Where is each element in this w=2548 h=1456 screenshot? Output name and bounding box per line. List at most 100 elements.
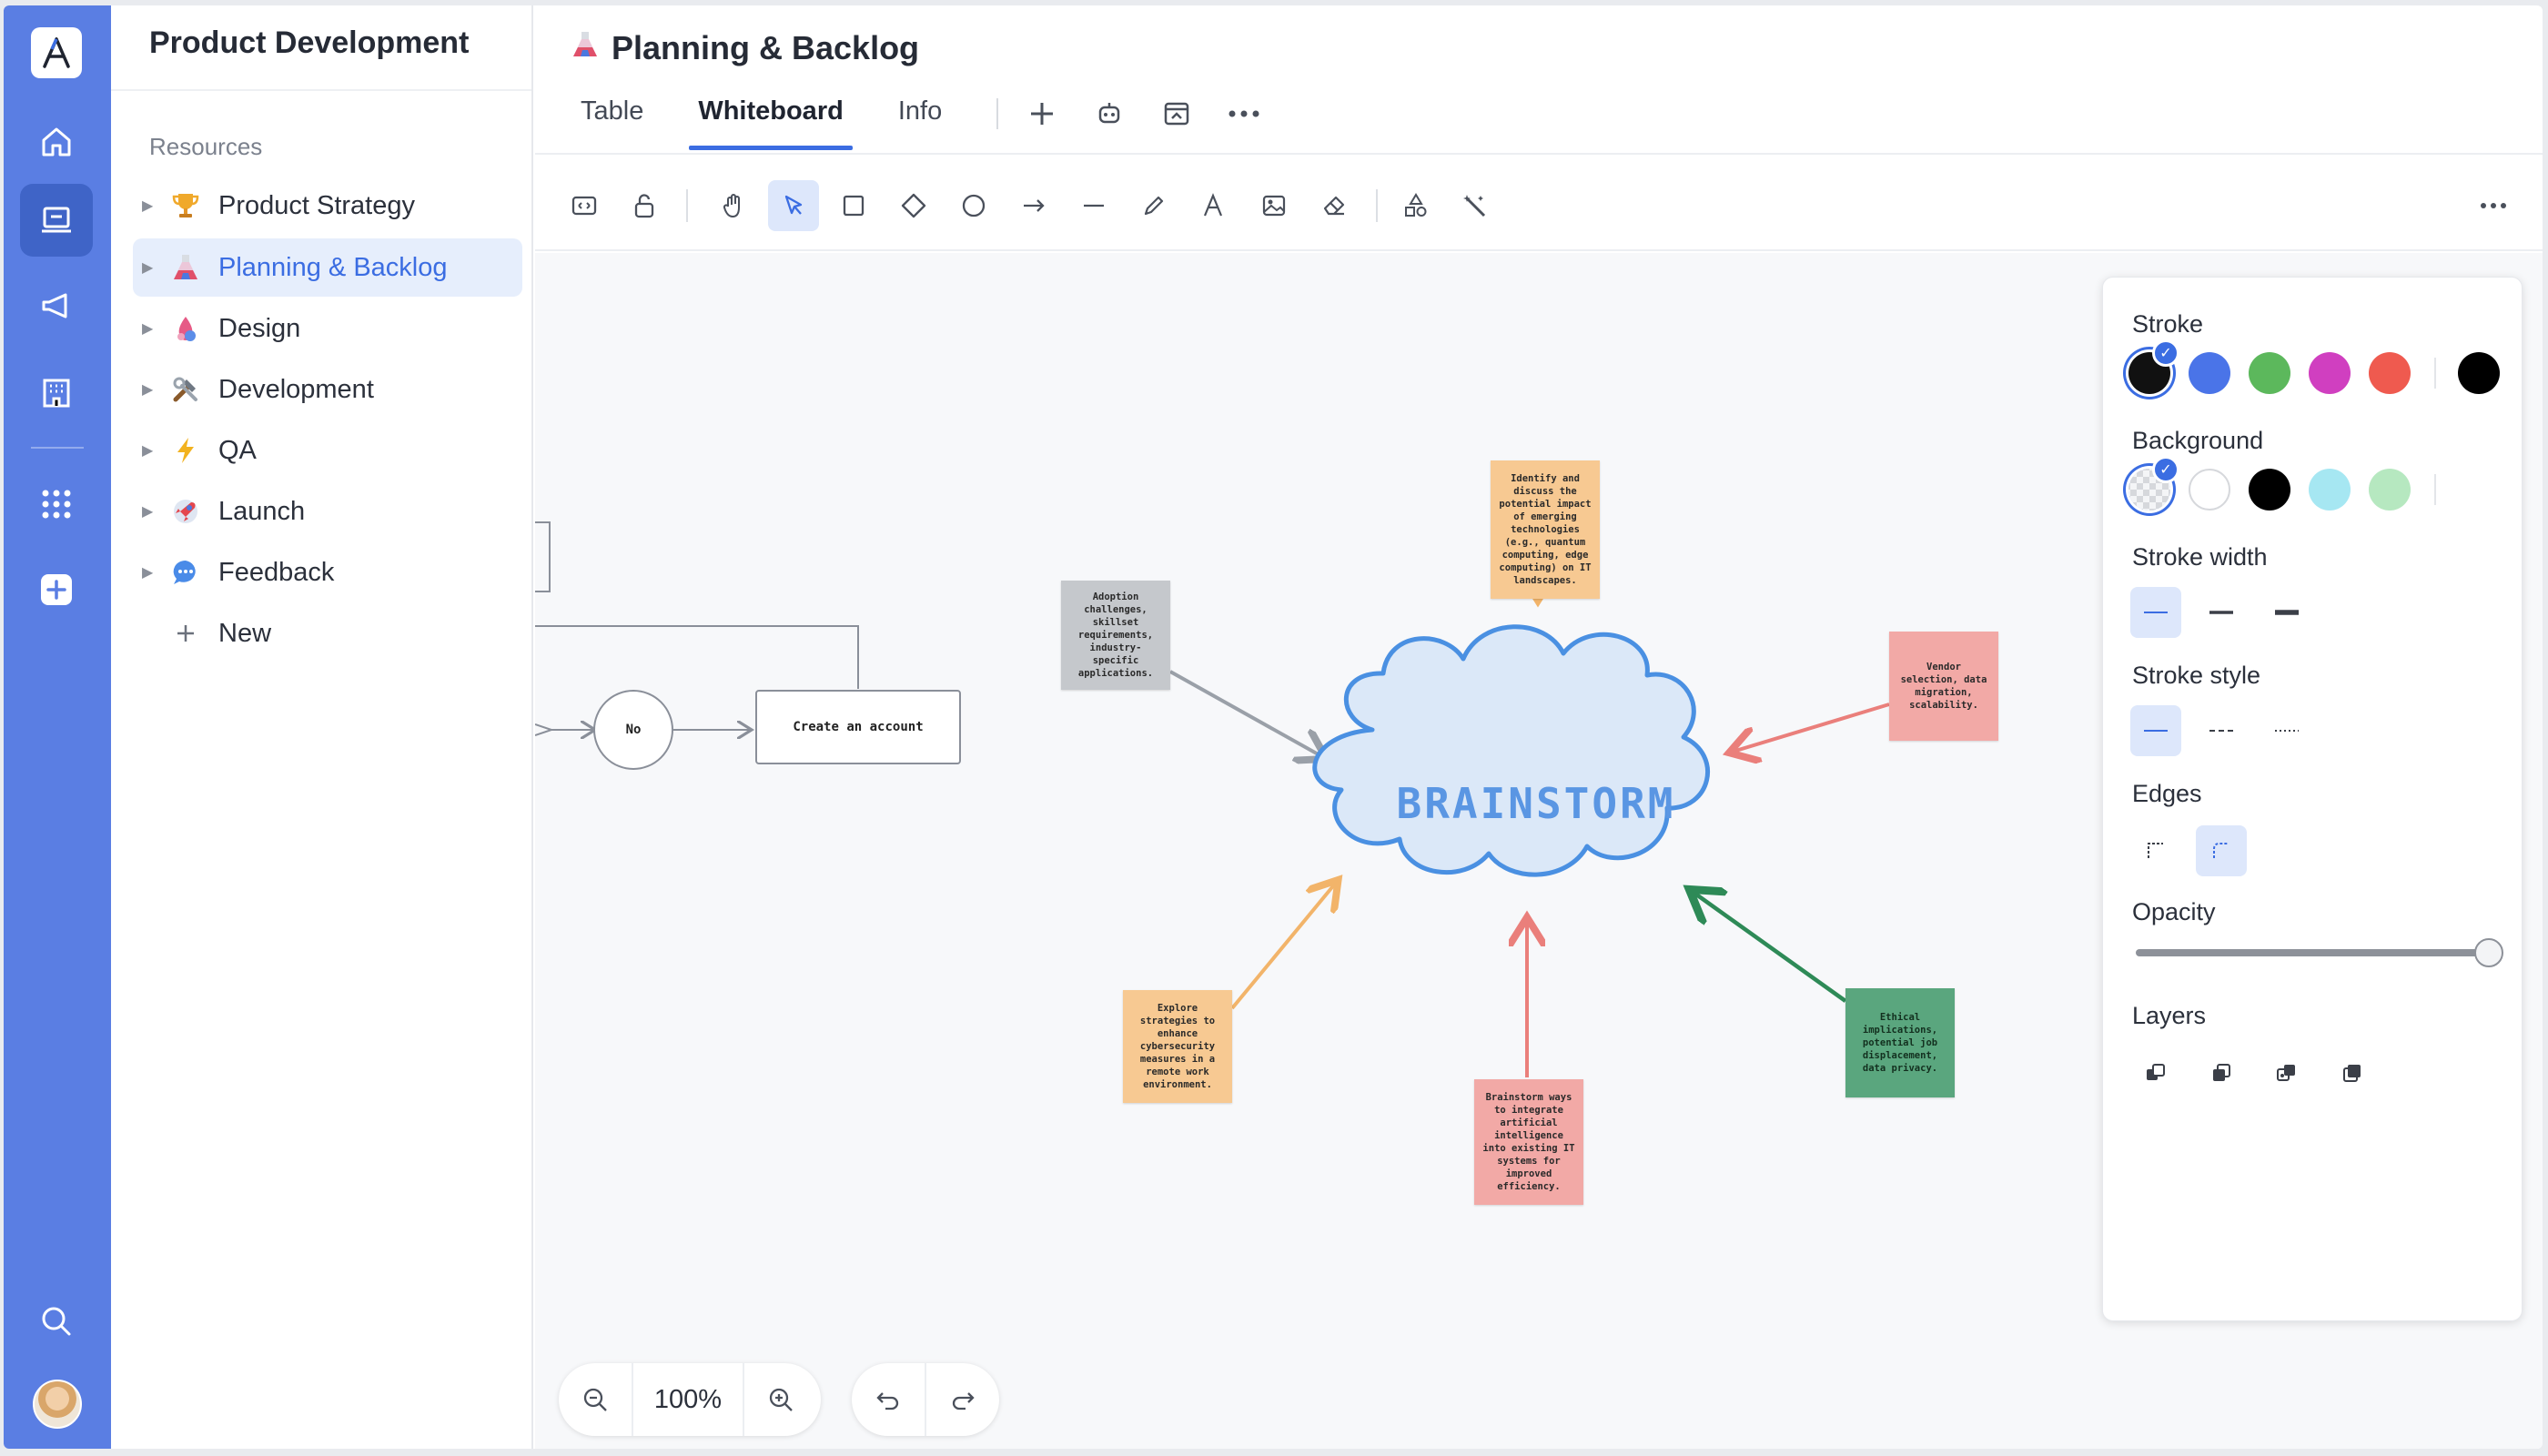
ellipse-icon[interactable]: [948, 180, 999, 231]
more-options-icon[interactable]: [1226, 96, 1262, 132]
send-to-back-icon[interactable]: [2130, 1047, 2181, 1098]
zoom-out-icon[interactable]: [559, 1363, 632, 1436]
sidebar-item-planning-backlog[interactable]: ▶ Planning & Backlog: [133, 238, 522, 297]
building-icon[interactable]: [20, 357, 93, 430]
opacity-slider-thumb[interactable]: [2474, 938, 2503, 967]
opacity-label: Opacity: [2132, 898, 2216, 925]
line-icon[interactable]: [1068, 180, 1119, 231]
caret-right-icon[interactable]: ▶: [142, 502, 166, 521]
magic-wand-icon[interactable]: [1451, 180, 1502, 231]
sticky-note-adoption[interactable]: Adoption challenges, skillset requiremen…: [1061, 581, 1170, 690]
diamond-icon[interactable]: [888, 180, 939, 231]
eraser-icon[interactable]: [1309, 180, 1360, 231]
edges-round-icon[interactable]: [2196, 825, 2247, 876]
bot-icon[interactable]: [1091, 96, 1127, 132]
sticky-note-vendor[interactable]: Vendor selection, data migration, scalab…: [1889, 632, 1998, 741]
shapes-library-icon[interactable]: [1390, 180, 1441, 231]
rail-divider: [31, 447, 84, 449]
stroke-color-green[interactable]: [2249, 352, 2290, 394]
new-page-label: New: [218, 618, 272, 648]
caret-right-icon[interactable]: ▶: [142, 563, 166, 581]
stroke-style-solid[interactable]: [2130, 705, 2181, 756]
background-color-cyan[interactable]: [2309, 469, 2351, 511]
sticky-note-cybersecurity[interactable]: Explore strategies to enhance cybersecur…: [1123, 990, 1232, 1103]
unlock-icon[interactable]: [619, 180, 670, 231]
caret-right-icon[interactable]: ▶: [142, 258, 166, 277]
image-icon[interactable]: [1249, 180, 1299, 231]
sidebar-item-label: Launch: [218, 496, 306, 526]
embed-icon[interactable]: [1158, 96, 1195, 132]
flow-connector: [535, 625, 859, 689]
megaphone-icon[interactable]: [20, 269, 93, 342]
bring-forward-icon[interactable]: [2261, 1047, 2312, 1098]
stroke-width-thin[interactable]: [2130, 587, 2181, 638]
background-color-mint[interactable]: [2369, 469, 2411, 511]
pencil-icon[interactable]: [1128, 180, 1179, 231]
history-controls: [852, 1363, 999, 1436]
sticky-note-emerging-tech[interactable]: Identify and discuss the potential impac…: [1491, 460, 1600, 599]
stroke-color-magenta[interactable]: [2309, 352, 2351, 394]
edges-sharp-icon[interactable]: [2130, 825, 2181, 876]
sidebar-item-launch[interactable]: ▶ Launch: [133, 482, 522, 541]
flow-create-account[interactable]: Create an account: [755, 690, 961, 764]
caret-right-icon[interactable]: ▶: [142, 197, 166, 215]
caret-right-icon[interactable]: ▶: [142, 319, 166, 338]
flask-icon: [571, 29, 599, 67]
sidebar-item-label: QA: [218, 435, 257, 465]
sidebar-item-feedback[interactable]: ▶ Feedback: [133, 543, 522, 602]
fit-screen-icon[interactable]: [559, 180, 610, 231]
sticky-note-ethics[interactable]: Ethical implications, potential job disp…: [1845, 988, 1955, 1097]
stroke-color-red[interactable]: [2369, 352, 2411, 394]
search-icon[interactable]: [20, 1285, 93, 1358]
sidebar-item-design[interactable]: ▶ Design: [133, 299, 522, 358]
stroke-color-blue[interactable]: [2189, 352, 2230, 394]
brainstorm-cloud[interactable]: [1312, 624, 1710, 877]
caret-right-icon[interactable]: ▶: [142, 380, 166, 399]
tab-info[interactable]: Info: [898, 96, 942, 142]
sidebar-item-development[interactable]: ▶ Development: [133, 360, 522, 419]
apps-grid-icon[interactable]: [20, 468, 93, 541]
background-color-white[interactable]: [2189, 469, 2230, 511]
stroke-style-label: Stroke style: [2132, 662, 2261, 689]
stroke-label: Stroke: [2132, 310, 2204, 338]
rectangle-icon[interactable]: [828, 180, 879, 231]
stroke-width-label: Stroke width: [2132, 543, 2268, 571]
sidebar-item-qa[interactable]: ▶ QA: [133, 421, 522, 480]
background-label: Background: [2132, 427, 2264, 454]
hand-icon[interactable]: [708, 180, 759, 231]
add-view-icon[interactable]: [1024, 96, 1060, 132]
tab-whiteboard[interactable]: Whiteboard: [689, 96, 853, 150]
zoom-in-icon[interactable]: [744, 1363, 817, 1436]
tab-table[interactable]: Table: [581, 96, 643, 142]
sticky-note-ai-integration[interactable]: Brainstorm ways to integrate artificial …: [1474, 1079, 1583, 1205]
select-cursor-icon[interactable]: [768, 180, 819, 231]
workspace-icon[interactable]: [20, 184, 93, 257]
background-color-black[interactable]: [2249, 469, 2290, 511]
add-space-icon[interactable]: [20, 553, 93, 626]
sidebar-item-product-strategy[interactable]: ▶ Product Strategy: [133, 177, 522, 235]
flow-partial-box: [535, 521, 551, 592]
opacity-slider-track[interactable]: [2136, 949, 2492, 956]
flow-decision-no[interactable]: No: [593, 690, 673, 770]
new-page-button[interactable]: New: [133, 604, 522, 662]
arrow-vendor-note: [1733, 703, 1890, 752]
stroke-width-medium[interactable]: [2196, 587, 2247, 638]
plus-icon: [166, 615, 206, 652]
stroke-style-dashed[interactable]: [2196, 705, 2247, 756]
layers-label: Layers: [2132, 1002, 2207, 1029]
home-icon[interactable]: [20, 106, 93, 178]
toolbar-more-icon[interactable]: [2468, 180, 2519, 231]
caret-right-icon[interactable]: ▶: [142, 441, 166, 460]
zoom-level[interactable]: 100%: [632, 1363, 744, 1436]
stroke-color-custom[interactable]: [2458, 352, 2500, 394]
text-icon[interactable]: [1188, 180, 1239, 231]
send-backward-icon[interactable]: [2196, 1047, 2247, 1098]
undo-icon[interactable]: [852, 1363, 925, 1436]
avatar[interactable]: [33, 1380, 82, 1429]
redo-icon[interactable]: [926, 1363, 999, 1436]
app-logo-icon[interactable]: [31, 27, 82, 78]
bring-to-front-icon[interactable]: [2327, 1047, 2378, 1098]
stroke-style-dotted[interactable]: [2261, 705, 2312, 756]
arrow-icon[interactable]: [1008, 180, 1059, 231]
stroke-width-thick[interactable]: [2261, 587, 2312, 638]
